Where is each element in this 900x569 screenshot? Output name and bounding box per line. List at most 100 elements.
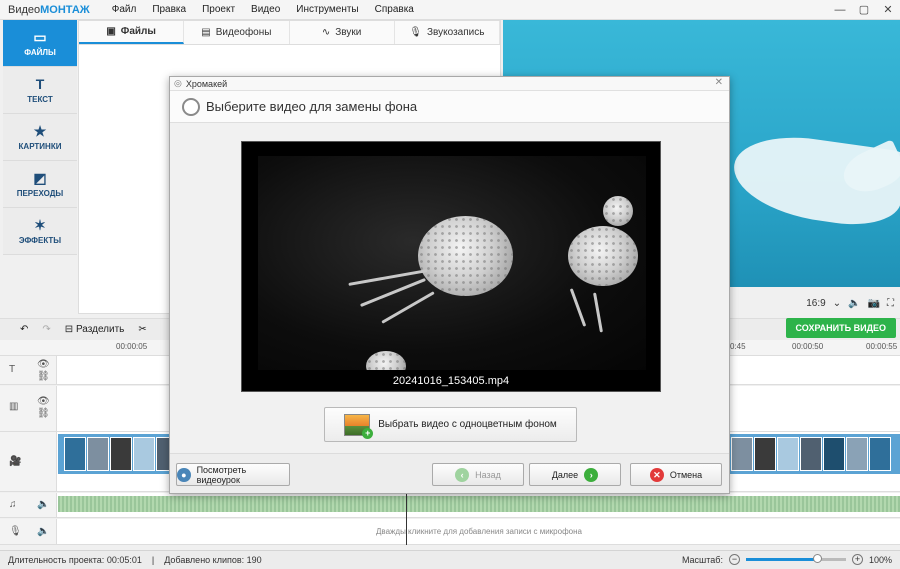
menu-bar: ВидеоМОНТАЖ Файл Правка Проект Видео Инс… [0, 0, 900, 20]
zoom-in-button[interactable]: + [851, 554, 863, 565]
app-title: ВидеоМОНТАЖ [8, 3, 90, 16]
zoom-slider-fill [745, 558, 818, 561]
eye-icon[interactable]: 👁 [37, 359, 50, 370]
jellyfish [418, 216, 513, 296]
ruler-tick: 00:00:50 [792, 342, 824, 351]
close-icon: ✕ [649, 467, 664, 482]
playhead[interactable] [406, 490, 407, 545]
clip-thumbnail[interactable] [846, 437, 868, 471]
jellyfish [568, 226, 638, 286]
nav-text[interactable]: T ТЕКСТ [3, 67, 77, 114]
zoom-label: Масштаб: [681, 554, 723, 565]
link-icon[interactable]: ⛓ [37, 408, 50, 419]
window-controls: — ▢ ✕ [828, 0, 900, 20]
image-add-icon [344, 413, 374, 439]
clip-thumbnail[interactable] [87, 437, 109, 471]
dialog-titlebar: ◎ Хромакей ✕ [170, 77, 729, 91]
volume-icon[interactable]: 🔈 [37, 526, 49, 537]
chromakey-dialog: ◎ Хромакей ✕ Выберите видео для замены ф… [169, 76, 730, 494]
menu-tools[interactable]: Инструменты [288, 4, 366, 15]
duration-label: Длительность проекта: [8, 555, 105, 565]
clip-thumbnail[interactable] [800, 437, 822, 471]
fullscreen-icon[interactable]: ⛶ [887, 298, 894, 309]
zoom-value: 100% [868, 554, 892, 565]
clip-thumbnail[interactable] [133, 437, 155, 471]
next-button[interactable]: Далее › [529, 463, 621, 486]
cancel-button[interactable]: ✕ Отмена [630, 463, 722, 486]
video-bg-icon: ▤ [201, 27, 211, 38]
undo-icon[interactable]: ↶ [20, 324, 28, 335]
waveform-icon: ∿ [321, 27, 331, 38]
audio-waveform[interactable] [58, 496, 900, 512]
link-icon[interactable]: ⛓ [37, 371, 50, 382]
tutorial-button[interactable]: ● Посмотреть видеоурок [176, 463, 290, 486]
volume-icon[interactable]: 🔈 [848, 298, 860, 309]
split-button[interactable]: ⊟ Разделить [65, 324, 125, 335]
chevron-down-icon[interactable]: ⌄ [833, 298, 841, 309]
nav-pictures[interactable]: ★ КАРТИНКИ [3, 114, 77, 161]
eye-icon[interactable]: 👁 [37, 396, 50, 407]
text-icon: T [35, 75, 45, 92]
zoom-control: Масштаб: − + 100% [682, 551, 892, 568]
close-button[interactable]: ✕ [876, 0, 900, 20]
left-nav: ▭ ФАЙЛЫ T ТЕКСТ ★ КАРТИНКИ ◩ ПЕРЕХОДЫ ✶ ЭФФЕК… [3, 20, 77, 255]
mic-track[interactable]: 🎙 🔈 Дважды кликните для добавления запис… [0, 519, 900, 545]
nav-files[interactable]: ▭ ФАЙЛЫ [3, 20, 77, 67]
file-name: 20241016_153405.mp4 [392, 375, 510, 387]
nav-transitions[interactable]: ◩ ПЕРЕХОДЫ [3, 161, 77, 208]
tab-files[interactable]: ▣ Файлы [79, 21, 185, 44]
dialog-close-button[interactable]: ✕ [715, 77, 723, 88]
film-icon: ▥ [9, 401, 19, 412]
zoom-slider-handle[interactable] [812, 554, 822, 563]
text-icon: T [9, 364, 16, 375]
camera-icon[interactable]: 📷 [868, 298, 880, 309]
back-button[interactable]: ‹ Назад [432, 463, 524, 486]
track-header: 🎥 [0, 432, 57, 491]
save-video-button[interactable]: СОХРАНИТЬ ВИДЕО [785, 318, 896, 338]
clip-thumbnail[interactable] [110, 437, 132, 471]
ruler-tick: 00:00:55 [866, 342, 898, 351]
mic-hint: Дважды кликните для добавления записи с … [376, 527, 582, 536]
nav-effects[interactable]: ✶ ЭФФЕКТЫ [3, 208, 77, 255]
ruler-tick: 0:45 [730, 342, 746, 351]
menu-edit[interactable]: Правка [144, 4, 194, 15]
clip-thumbnail[interactable] [754, 437, 776, 471]
dialog-footer: ● Посмотреть видеоурок ‹ Назад Далее › ✕… [170, 453, 729, 493]
track-header: 🎙 🔈 [0, 519, 57, 544]
tentacle [569, 288, 587, 327]
clip-thumbnail[interactable] [823, 437, 845, 471]
folder-icon: ▭ [33, 28, 47, 45]
clip-thumbnail[interactable] [731, 437, 753, 471]
ruler-tick: 00:00:05 [116, 342, 148, 351]
jellyfish-image [258, 156, 646, 370]
tab-sounds[interactable]: ∿ Звуки [290, 21, 395, 44]
dialog-header: Выберите видео для замены фона [170, 91, 729, 123]
volume-icon[interactable]: 🔈 [37, 499, 49, 510]
zoom-slider[interactable] [745, 554, 846, 563]
clips-label: Добавлено клипов: [164, 555, 245, 565]
clip-thumbnail[interactable] [64, 437, 86, 471]
duration-value: 00:05:01 [106, 555, 142, 565]
clip-thumbnail[interactable] [777, 437, 799, 471]
zoom-out-button[interactable]: − [728, 554, 740, 565]
dialog-window-title: Хромакей [185, 78, 228, 89]
arrow-left-icon: ‹ [455, 467, 470, 482]
maximize-button[interactable]: ▢ [852, 0, 876, 20]
menu-video[interactable]: Видео [243, 4, 288, 15]
redo-icon[interactable]: ↷ [42, 324, 50, 335]
dialog-heading: Выберите видео для замены фона [206, 99, 418, 114]
video-thumbnail[interactable]: 20241016_153405.mp4 [241, 141, 661, 392]
tab-video-backgrounds[interactable]: ▤ Видеофоны [184, 21, 290, 44]
clip-thumbnail[interactable] [869, 437, 891, 471]
menu-help[interactable]: Справка [367, 4, 422, 15]
choose-video-button[interactable]: Выбрать видео с одноцветным фоном [324, 407, 577, 442]
menu-file[interactable]: Файл [104, 4, 145, 15]
track-header: ♫ 🔈 [0, 493, 57, 517]
minimize-button[interactable]: — [828, 0, 852, 20]
audio-track[interactable]: ♫ 🔈 [0, 493, 900, 518]
scissors-icon[interactable]: ✂ [138, 324, 146, 335]
aspect-ratio-select[interactable]: 16:9 [806, 298, 825, 309]
music-icon: ♫ [9, 499, 17, 510]
menu-project[interactable]: Проект [194, 4, 243, 15]
tab-recording[interactable]: 🎙 Звукозапись [395, 21, 500, 44]
